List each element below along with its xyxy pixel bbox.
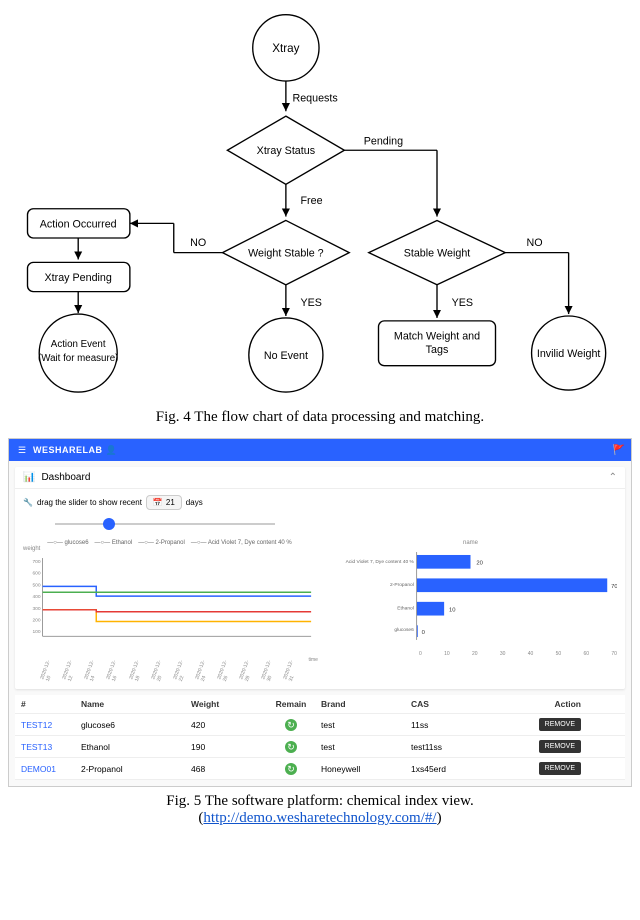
hamburger-icon[interactable]: ☰ xyxy=(15,445,29,456)
wrench-icon: 🔧 xyxy=(23,498,33,507)
svg-text:Action Occurred: Action Occurred xyxy=(40,218,117,230)
refresh-icon[interactable]: ↻ xyxy=(285,741,297,753)
flag-icon[interactable]: 🚩 xyxy=(613,445,625,456)
svg-text:NO: NO xyxy=(526,237,542,249)
svg-text:Pending: Pending xyxy=(364,135,403,147)
svg-text:YES: YES xyxy=(300,297,321,309)
days-selector[interactable]: 📅 21 xyxy=(146,495,182,510)
svg-text:500: 500 xyxy=(32,582,40,588)
refresh-icon[interactable]: ↻ xyxy=(285,719,297,731)
days-value: 21 xyxy=(166,498,175,507)
software-screenshot: ☰ WESHARELAB 👤 🚩 📊 Dashboard ⌃ 🔧 drag th… xyxy=(8,438,632,787)
svg-text:600: 600 xyxy=(32,571,40,577)
dashboard-panel: 📊 Dashboard ⌃ 🔧 drag the slider to show … xyxy=(15,467,625,689)
demo-link[interactable]: http://demo.wesharetechnology.com/#/ xyxy=(203,810,436,826)
app-topbar: ☰ WESHARELAB 👤 🚩 xyxy=(9,439,631,461)
table-row: DEMO01 2-Propanol468 ↻ Honeywell1xs45erd… xyxy=(15,758,625,780)
days-slider[interactable] xyxy=(55,516,275,532)
row-id-link[interactable]: TEST13 xyxy=(21,742,81,752)
svg-text:glucose6: glucose6 xyxy=(394,627,414,633)
table-header: #Name WeightRemain BrandCAS Action xyxy=(15,695,625,714)
svg-text:300: 300 xyxy=(32,606,40,612)
remove-button[interactable]: REMOVE xyxy=(539,762,581,775)
line-xticks: 2020-12-102020-12-12 2020-12-142020-12-1… xyxy=(23,657,316,681)
svg-text:Tags: Tags xyxy=(426,344,449,356)
svg-text:YES: YES xyxy=(452,297,473,309)
line-legend: glucose6Ethanol 2-PropanolAcid Violet 7,… xyxy=(23,540,316,546)
svg-text:No Event: No Event xyxy=(264,350,308,362)
figure5-caption: Fig. 5 The software platform: chemical i… xyxy=(8,793,632,827)
table-row: TEST13 Ethanol190 ↻ testtest11ss REMOVE xyxy=(15,736,625,758)
svg-text:Xtray: Xtray xyxy=(272,42,299,55)
calendar-icon: 📅 xyxy=(153,498,163,507)
svg-text:Action Event: Action Event xyxy=(51,339,106,350)
svg-text:2-Propanol: 2-Propanol xyxy=(390,582,414,588)
row-id-link[interactable]: TEST12 xyxy=(21,720,81,730)
svg-text:10: 10 xyxy=(449,608,456,614)
svg-text:Xtray Pending: Xtray Pending xyxy=(45,272,112,284)
svg-text:Ethanol: Ethanol xyxy=(397,606,414,612)
slider-prompt: drag the slider to show recent xyxy=(37,498,142,507)
user-icon[interactable]: 👤 xyxy=(106,445,117,456)
svg-text:20: 20 xyxy=(476,561,483,567)
chemical-table: #Name WeightRemain BrandCAS Action TEST1… xyxy=(15,695,625,780)
svg-text:NO: NO xyxy=(190,237,206,249)
remove-button[interactable]: REMOVE xyxy=(539,718,581,731)
svg-text:Free: Free xyxy=(300,195,322,207)
flowchart-figure: Xtray Requests Xtray Status Free Pending… xyxy=(8,4,632,394)
svg-text:200: 200 xyxy=(32,618,40,624)
svg-text:70: 70 xyxy=(611,584,617,590)
brand-label: WESHARELAB xyxy=(33,445,103,455)
figure4-caption: Fig. 4 The flow chart of data processing… xyxy=(8,409,632,426)
days-label: days xyxy=(186,498,203,507)
refresh-icon[interactable]: ↻ xyxy=(285,763,297,775)
row-id-link[interactable]: DEMO01 xyxy=(21,764,81,774)
svg-text:Stable Weight: Stable Weight xyxy=(404,248,471,260)
line-chart: glucose6Ethanol 2-PropanolAcid Violet 7,… xyxy=(23,540,316,681)
chevron-up-icon[interactable]: ⌃ xyxy=(609,472,617,483)
svg-text:Acid Violet 7, Dye content 40: Acid Violet 7, Dye content 40 % xyxy=(346,559,415,565)
svg-text:Weight Stable ?: Weight Stable ? xyxy=(248,248,324,260)
dashboard-title: Dashboard xyxy=(41,472,90,483)
svg-text:Xtray Status: Xtray Status xyxy=(257,145,315,157)
svg-text:400: 400 xyxy=(32,594,40,600)
remove-button[interactable]: REMOVE xyxy=(539,740,581,753)
svg-text:(Wait for measure): (Wait for measure) xyxy=(38,353,118,364)
svg-text:Match Weight and: Match Weight and xyxy=(394,330,480,342)
svg-text:700: 700 xyxy=(32,559,40,565)
bars-icon: 📊 xyxy=(23,472,35,483)
table-row: TEST12 glucose6420 ↻ test11ss REMOVE xyxy=(15,714,625,736)
svg-text:100: 100 xyxy=(32,629,40,635)
svg-text:0: 0 xyxy=(422,630,426,636)
svg-text:Requests: Requests xyxy=(292,92,337,104)
bar-chart: name Acid Violet 7, Dye content 40 % 2-P… xyxy=(324,540,617,681)
bar-xticks: 010 2030 4050 6070 xyxy=(324,651,617,657)
svg-text:Invilid Weight: Invilid Weight xyxy=(537,348,601,360)
